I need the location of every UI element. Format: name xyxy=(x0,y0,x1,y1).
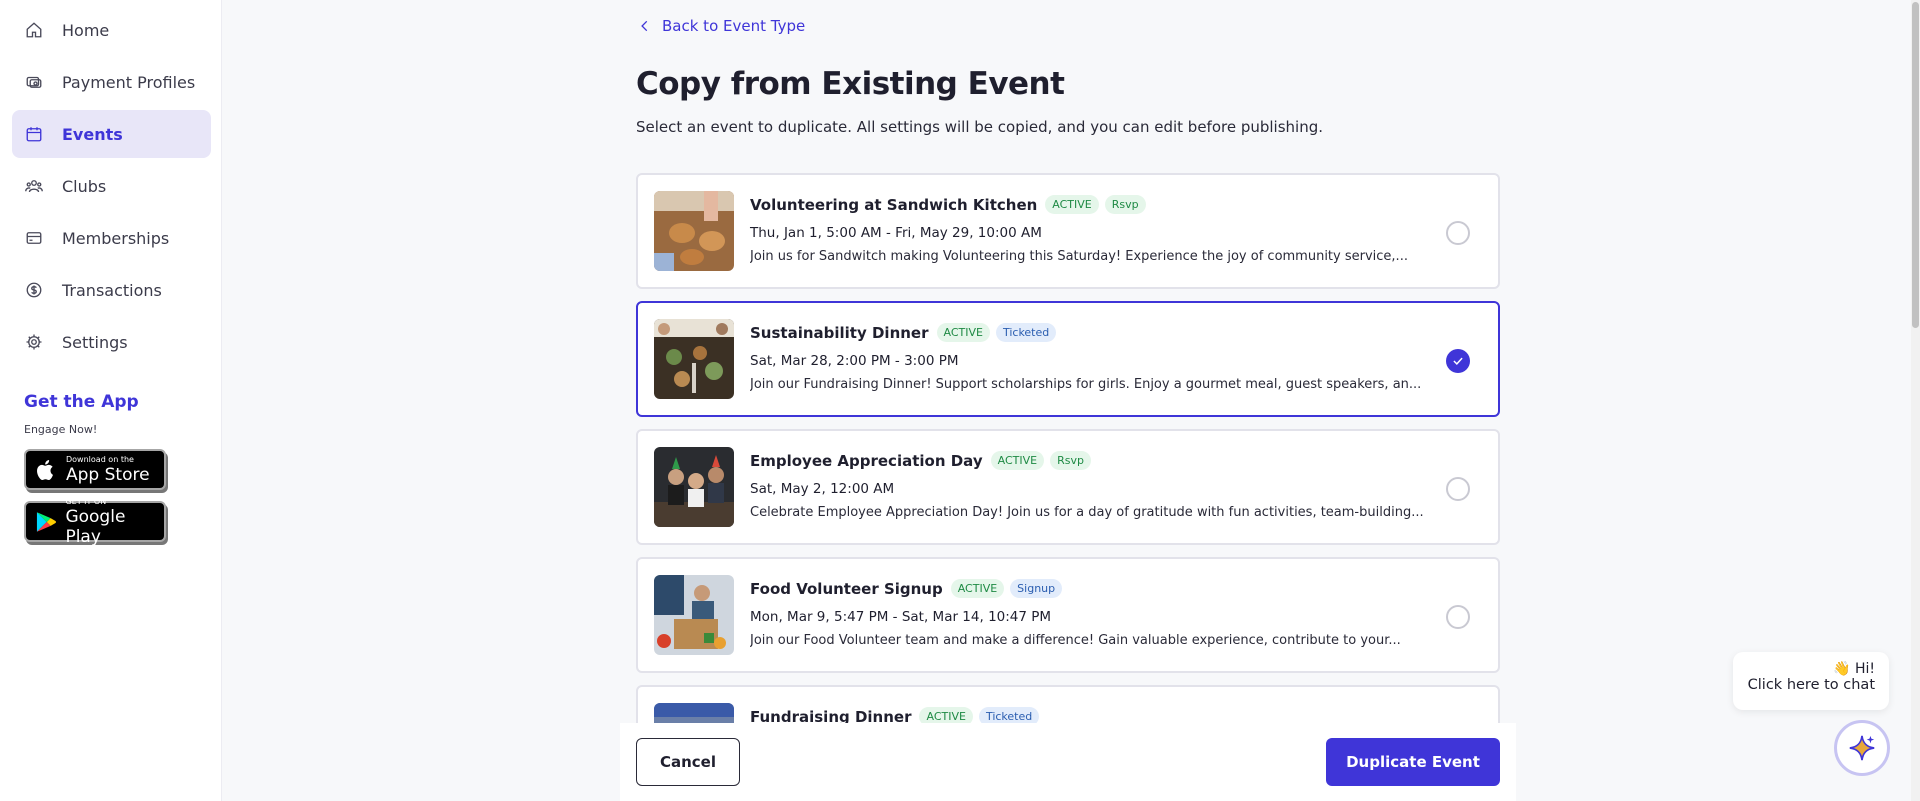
sidebar-item-label: Clubs xyxy=(62,176,107,196)
scrollbar[interactable] xyxy=(1911,0,1920,801)
sidebar-item-clubs[interactable]: Clubs xyxy=(12,162,211,210)
event-thumbnail xyxy=(654,191,734,271)
chat-prompt: Click here to chat xyxy=(1747,677,1875,693)
gear-icon xyxy=(24,332,44,352)
card-icon xyxy=(24,228,44,248)
event-card[interactable]: Employee Appreciation Day ACTIVE Rsvp Sa… xyxy=(636,429,1500,545)
app-store-big-text: App Store xyxy=(66,464,150,485)
home-icon xyxy=(24,20,44,40)
sidebar-item-label: Payment Profiles xyxy=(62,72,196,92)
select-radio[interactable] xyxy=(1446,605,1470,629)
sidebar-item-label: Events xyxy=(62,124,123,144)
event-description: Join our Fundraising Dinner! Support sch… xyxy=(750,377,1422,392)
back-link-label: Back to Event Type xyxy=(662,17,806,35)
sidebar: Home Payment Profiles Events Clubs Membe… xyxy=(0,0,222,801)
event-date: Sat, Mar 28, 2:00 PM - 3:00 PM xyxy=(750,353,959,369)
chat-launcher-button[interactable] xyxy=(1834,720,1890,776)
event-description: Celebrate Employee Appreciation Day! Joi… xyxy=(750,505,1424,520)
event-list: Volunteering at Sandwich Kitchen ACTIVE … xyxy=(620,165,1516,723)
sidebar-item-payment-profiles[interactable]: Payment Profiles xyxy=(12,58,211,106)
duplicate-event-button[interactable]: Duplicate Event xyxy=(1326,738,1500,786)
status-badge: ACTIVE xyxy=(950,579,1005,598)
chevron-left-icon xyxy=(641,20,648,32)
type-badge: Rsvp xyxy=(1104,195,1146,214)
event-card[interactable]: Food Volunteer Signup ACTIVE Signup Mon,… xyxy=(636,557,1500,673)
google-play-big-text: Google Play xyxy=(65,506,126,547)
dollar-icon xyxy=(24,280,44,300)
page-subtitle: Select an event to duplicate. All settin… xyxy=(636,118,1324,136)
event-thumbnail xyxy=(654,319,734,399)
engage-text: Engage Now! xyxy=(24,423,98,436)
select-radio[interactable] xyxy=(1446,221,1470,245)
event-thumbnail xyxy=(654,703,734,723)
event-title: Fundraising Dinner xyxy=(750,707,912,724)
select-radio[interactable] xyxy=(1446,349,1470,373)
apple-icon xyxy=(37,459,53,480)
cancel-button[interactable]: Cancel xyxy=(636,738,740,786)
event-date: Thu, Jan 1, 5:00 AM - Fri, May 29, 10:00… xyxy=(750,225,1042,241)
type-badge: Ticketed xyxy=(995,323,1057,342)
sidebar-item-label: Transactions xyxy=(62,280,162,300)
status-badge: ACTIVE xyxy=(1045,195,1099,214)
google-play-button[interactable]: GET IT ON Google Play xyxy=(24,497,166,547)
event-description: Join our Food Volunteer team and make a … xyxy=(750,633,1401,648)
sidebar-item-settings[interactable]: Settings xyxy=(12,318,211,366)
sidebar-item-memberships[interactable]: Memberships xyxy=(12,214,211,262)
sparkle-icon xyxy=(1849,735,1875,761)
event-date: Sat, May 2, 12:00 AM xyxy=(750,481,895,497)
event-thumbnail xyxy=(654,447,734,527)
sidebar-item-label: Settings xyxy=(62,332,128,352)
select-radio[interactable] xyxy=(1446,477,1470,501)
type-badge: Rsvp xyxy=(1050,451,1091,470)
status-badge: ACTIVE xyxy=(990,451,1045,470)
event-card[interactable]: Fundraising Dinner ACTIVE Ticketed xyxy=(636,685,1500,723)
sidebar-item-home[interactable]: Home xyxy=(12,6,211,54)
event-title: Volunteering at Sandwich Kitchen xyxy=(750,195,1038,214)
scrollbar-thumb[interactable] xyxy=(1912,2,1919,328)
event-card[interactable]: Sustainability Dinner ACTIVE Ticketed Sa… xyxy=(636,301,1500,417)
sidebar-item-label: Memberships xyxy=(62,228,170,248)
action-footer: Cancel Duplicate Event xyxy=(620,723,1516,801)
event-description: Join us for Sandwitch making Volunteerin… xyxy=(750,249,1408,264)
calendar-icon xyxy=(24,124,44,144)
chat-greeting: 👋 Hi! xyxy=(1833,661,1875,677)
type-badge: Signup xyxy=(1010,579,1063,598)
event-title: Sustainability Dinner xyxy=(750,323,929,342)
sidebar-item-label: Home xyxy=(62,20,110,40)
back-to-event-type-link[interactable]: Back to Event Type xyxy=(638,17,805,35)
app-store-button[interactable]: Download on the App Store xyxy=(24,449,166,490)
event-date: Mon, Mar 9, 5:47 PM - Sat, Mar 14, 10:47… xyxy=(750,609,1052,625)
event-title: Employee Appreciation Day xyxy=(750,451,983,470)
page-title: Copy from Existing Event xyxy=(636,66,1065,102)
event-title: Food Volunteer Signup xyxy=(750,579,943,598)
get-app-heading: Get the App xyxy=(24,392,139,412)
event-card[interactable]: Volunteering at Sandwich Kitchen ACTIVE … xyxy=(636,173,1500,289)
sidebar-item-events[interactable]: Events xyxy=(12,110,211,158)
check-icon xyxy=(1453,357,1463,365)
app-store-small-text: Download on the xyxy=(66,454,134,464)
sidebar-item-transactions[interactable]: Transactions xyxy=(12,266,211,314)
status-badge: ACTIVE xyxy=(936,323,990,342)
users-icon xyxy=(24,176,44,196)
google-play-small-text: GET IT ON xyxy=(65,496,107,506)
type-badge: Ticketed xyxy=(978,707,1040,723)
event-thumbnail xyxy=(654,575,734,655)
status-badge: ACTIVE xyxy=(919,707,973,723)
chat-bubble[interactable]: 👋 Hi! Click here to chat xyxy=(1733,652,1889,710)
google-play-icon xyxy=(36,511,56,532)
payment-icon xyxy=(24,72,44,92)
